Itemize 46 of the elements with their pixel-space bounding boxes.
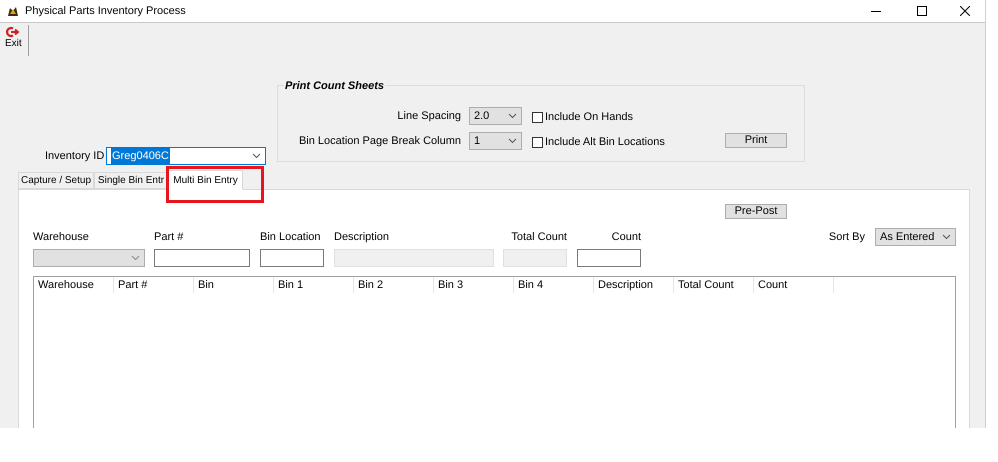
line-spacing-dropdown[interactable]: 2.0 <box>469 107 522 125</box>
pre-post-button[interactable]: Pre-Post <box>725 204 787 219</box>
column-header[interactable]: Bin 1 <box>274 277 354 293</box>
tab[interactable]: Multi Bin Entry <box>168 170 243 190</box>
line-spacing-label: Line Spacing <box>396 108 461 124</box>
column-header[interactable]: Bin 4 <box>514 277 594 293</box>
column-header[interactable]: Warehouse <box>34 277 114 293</box>
option-checkbox[interactable]: Include On Hands <box>532 109 634 126</box>
sort-by-dropdown[interactable]: As Entered <box>875 228 956 246</box>
print-button[interactable]: Print <box>725 133 787 148</box>
option-checkbox[interactable]: Include Alt Bin Locations <box>532 134 665 150</box>
column-header[interactable]: Description <box>594 277 674 293</box>
tab[interactable]: Capture / Setup <box>18 172 94 189</box>
exit-icon <box>6 26 20 38</box>
column-header[interactable]: Part # <box>114 277 194 293</box>
field-label: Warehouse <box>33 230 90 245</box>
column-header[interactable]: Bin 2 <box>354 277 434 293</box>
column-header[interactable]: Bin <box>194 277 274 293</box>
page-break-label: Bin Location Page Break Column <box>298 134 461 149</box>
input-field[interactable] <box>577 249 641 267</box>
field-label: Bin Location <box>260 230 322 245</box>
dropdown-caret-icon <box>942 234 951 240</box>
dropdown-caret-icon <box>252 153 261 159</box>
maximize-icon <box>917 6 927 16</box>
sort-by-label: Sort By <box>828 230 865 245</box>
exit-button[interactable]: Exit <box>0 23 27 58</box>
app-logo-icon <box>7 5 19 17</box>
inventory-id-label: Inventory ID <box>45 149 104 164</box>
page-break-dropdown[interactable]: 1 <box>469 132 522 150</box>
inventory-id-dropdown[interactable]: Greg0406C <box>106 147 266 165</box>
window-title: Physical Parts Inventory Process <box>25 4 186 19</box>
dropdown-caret-icon <box>508 138 517 144</box>
tab[interactable]: Single Bin Entr <box>94 172 168 189</box>
field-label: Part # <box>154 230 184 245</box>
field-label: Description <box>334 230 390 245</box>
input-field[interactable] <box>260 249 324 267</box>
field-label: Total Count <box>510 230 567 245</box>
dropdown-caret-icon <box>508 113 517 119</box>
column-header[interactable]: Total Count <box>674 277 754 293</box>
dropdown-caret-icon <box>131 255 140 261</box>
column-header[interactable]: Bin 3 <box>434 277 514 293</box>
minimize-icon <box>871 10 881 12</box>
input-field[interactable] <box>154 249 250 267</box>
column-header[interactable]: Count <box>754 277 834 293</box>
close-icon <box>960 6 970 16</box>
field-label: Count <box>610 230 641 245</box>
